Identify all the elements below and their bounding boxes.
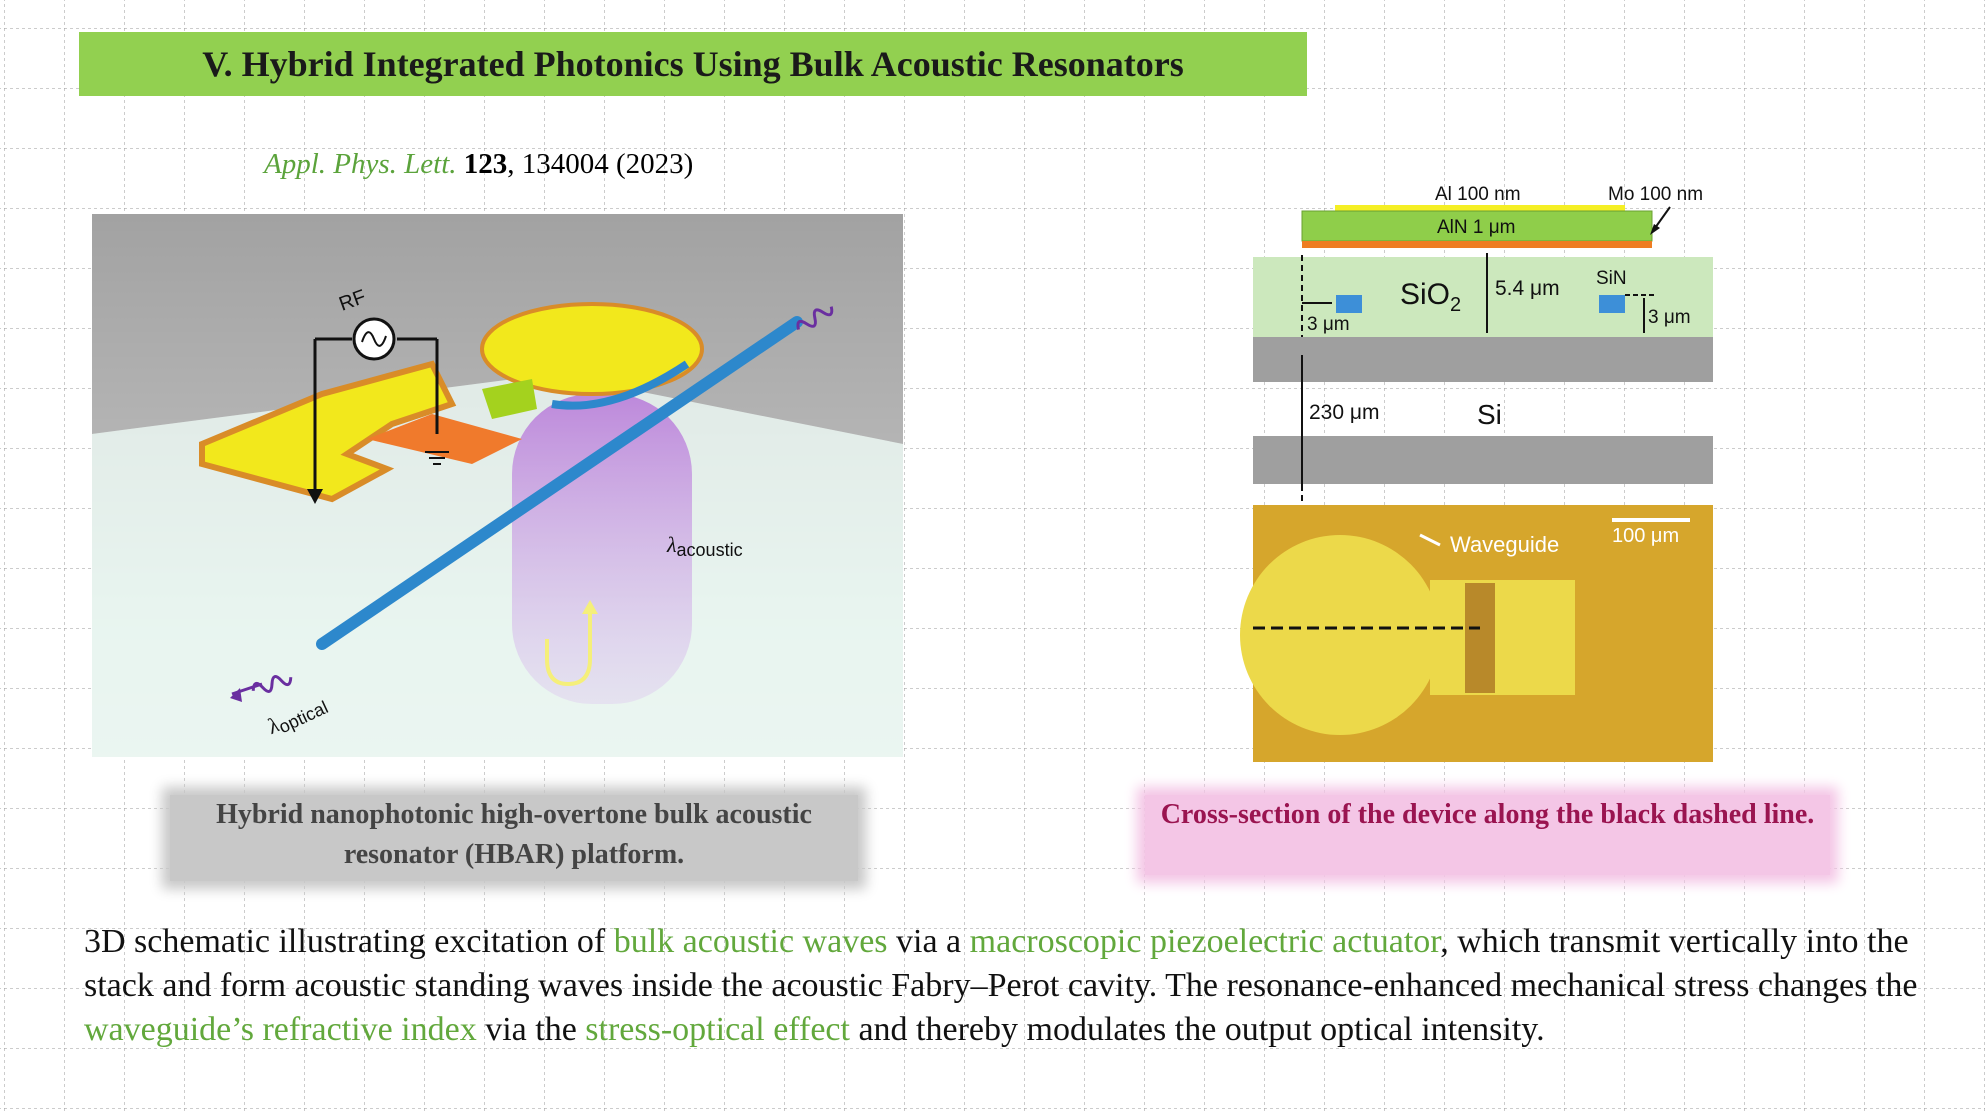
page-title: V. Hybrid Integrated Photonics Using Bul… [79,32,1307,96]
acoustic-wave-column [512,394,692,704]
body-paragraph: 3D schematic illustrating excitation of … [84,923,1918,1048]
caption-left: Hybrid nanophotonic high-overtone bulk a… [170,795,858,881]
scale-bar-label: 100 μm [1612,525,1679,547]
sin-label: SiN [1596,268,1627,289]
gap-label-left: 3 μm [1307,314,1350,335]
mo-label: Mo 100 nm [1608,184,1703,205]
thickness-label: 5.4 μm [1495,277,1560,300]
waveguide-left-box [1336,295,1362,313]
caption-right: Cross-section of the device along the bl… [1145,795,1830,875]
cross-section-figure: Al 100 nm Mo 100 nm AlN 1 μm SiO2 5.4 μm… [1230,180,1730,762]
highlight-refractive-index: waveguide’s refractive index [84,1011,477,1048]
citation-journal: Appl. Phys. Lett. [264,148,457,180]
citation-rest: , 134004 (2023) [507,148,694,180]
gap-label-right: 3 μm [1648,307,1691,328]
highlight-bulk-acoustic-waves: bulk acoustic waves [613,923,888,960]
si-thickness-label: 230 μm [1309,401,1379,424]
aln-label: AlN 1 μm [1437,217,1516,238]
hbar-schematic-figure: RF λacoustic λoptical [92,214,903,757]
citation: Appl. Phys. Lett. 123, 134004 (2023) [264,148,693,181]
si-label: Si [1477,399,1502,430]
waveguide-label: Waveguide [1450,532,1559,557]
highlight-piezo-actuator: macroscopic piezoelectric actuator [969,923,1441,960]
waveguide-right-box [1599,295,1625,313]
al-label: Al 100 nm [1435,184,1521,205]
highlight-stress-optical: stress-optical effect [585,1011,850,1048]
citation-volume: 123 [463,148,508,180]
